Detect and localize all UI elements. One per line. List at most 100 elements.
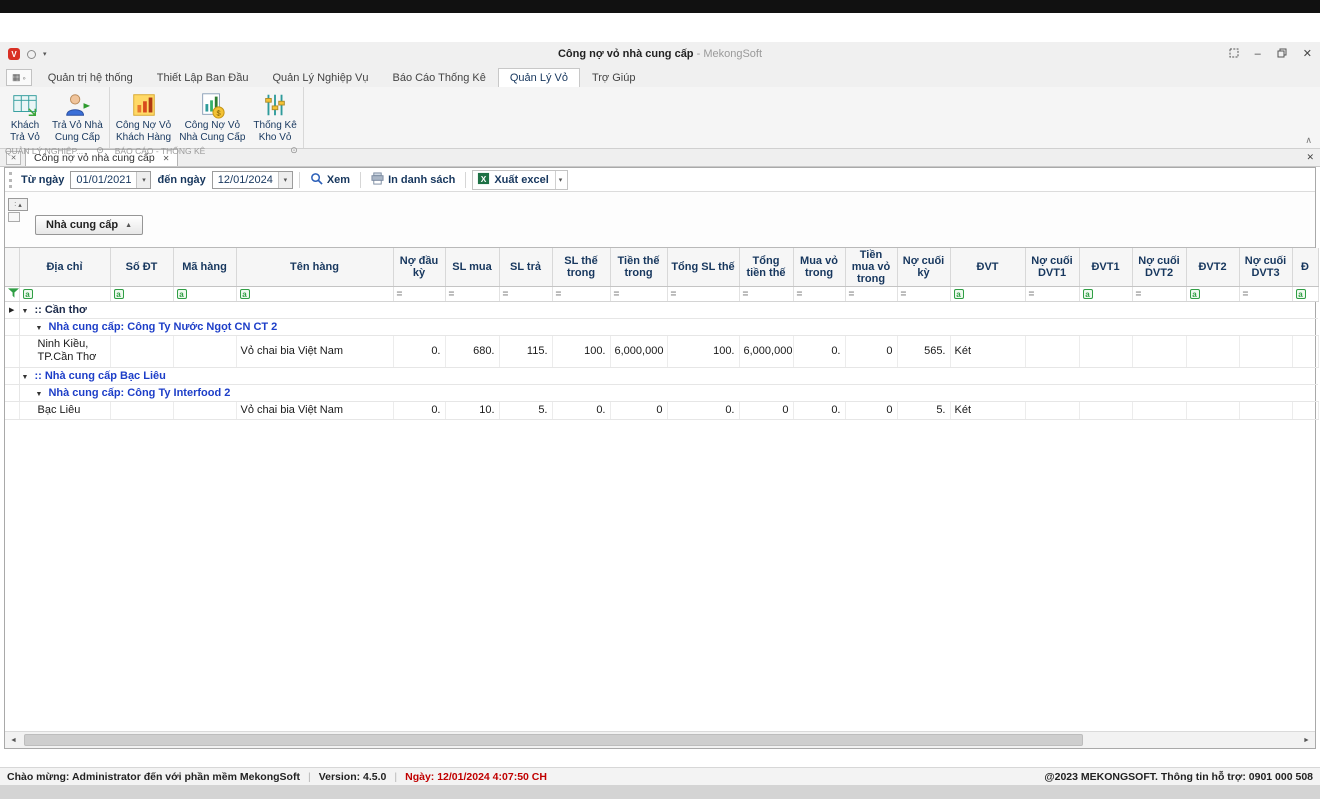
to-date-combo[interactable]: 12/01/2024 ▾ (212, 171, 293, 189)
horizontal-scrollbar[interactable]: ◄ ► (5, 731, 1315, 748)
column-header-sl-tra[interactable]: SL trả (499, 248, 552, 287)
ribbon-tab-quản-lý-nghiệp-vụ[interactable]: Quản Lý Nghiệp Vụ (260, 68, 380, 87)
cell-sl-the-trong[interactable]: 0. (552, 401, 610, 419)
to-date-value[interactable]: 12/01/2024 (213, 172, 278, 188)
scroll-right-icon[interactable]: ► (1298, 737, 1315, 744)
cell-no-cuoi-ky[interactable]: 5. (897, 401, 950, 419)
ribbon-tab-thiết-lập-ban-đầu[interactable]: Thiết Lập Ban Đầu (145, 68, 261, 87)
to-date-dropdown-icon[interactable]: ▾ (278, 172, 292, 188)
ribbon-tab-báo-cáo-thống-kê[interactable]: Báo Cáo Thống Kê (380, 68, 497, 87)
cell-dia-chi[interactable]: Bạc Liêu (19, 401, 110, 419)
group-expander-icon[interactable]: ▼ (22, 374, 29, 381)
column-header-no-cuoi-ky[interactable]: Nợ cuối kỳ (897, 248, 950, 287)
filter-cell-tien-mua-vo-trong[interactable]: = (845, 287, 897, 302)
ribbon-collapse-icon[interactable]: ∧ (1305, 135, 1312, 146)
thong-ke-kho-vo-button[interactable]: Thống Kê Kho Vỏ (249, 88, 300, 145)
column-header-sl-the-trong[interactable]: SL thế trong (552, 248, 610, 287)
cell-tong-sl-the[interactable]: 100. (667, 336, 739, 367)
cell-so-dt[interactable] (110, 401, 173, 419)
cell-no-dau-ky[interactable]: 0. (393, 401, 445, 419)
cell-sl-tra[interactable]: 115. (499, 336, 552, 367)
cell-ma-hang[interactable] (173, 401, 236, 419)
filter-cell-sl-mua[interactable]: = (445, 287, 499, 302)
cell-tong-sl-the[interactable]: 0. (667, 401, 739, 419)
cell-dvt[interactable]: Két (950, 401, 1025, 419)
cell-so-dt[interactable] (110, 336, 173, 367)
column-header-dvt2[interactable]: ĐVT2 (1186, 248, 1239, 287)
cell-ten-hang[interactable]: Vỏ chai bia Việt Nam (236, 401, 393, 419)
ribbon-tab-quản-lý-vỏ[interactable]: Quản Lý Vỏ (498, 68, 580, 87)
cell-tien-the-trong[interactable]: 0 (610, 401, 667, 419)
cell-ma-hang[interactable] (173, 336, 236, 367)
filter-cell-no-cuoi-dvt3[interactable]: = (1239, 287, 1292, 302)
minimize-icon[interactable]: – (1255, 49, 1261, 60)
cell-no-cuoi-dvt2[interactable] (1132, 336, 1186, 367)
export-excel-split-button[interactable]: X Xuất excel ▾ (472, 170, 568, 190)
filter-cell-dvt2[interactable]: a (1186, 287, 1239, 302)
filter-cell-dvt[interactable]: a (950, 287, 1025, 302)
toolbar-grip[interactable] (9, 172, 12, 188)
khach-tra-vo-button[interactable]: Khách Trả Vỏ (2, 88, 48, 145)
cell-no-cuoi-dvt1[interactable] (1025, 401, 1079, 419)
column-header-dvt[interactable]: ĐVT (950, 248, 1025, 287)
column-header-no-cuoi-dvt2[interactable]: Nợ cuối DVT2 (1132, 248, 1186, 287)
group-panel-widget[interactable]: :▴ (8, 198, 28, 222)
column-header-ten-hang[interactable]: Tên hàng (236, 248, 393, 287)
cell-sl-mua[interactable]: 10. (445, 401, 499, 419)
export-excel-button[interactable]: X Xuất excel (473, 170, 552, 190)
restore-icon[interactable] (1277, 48, 1287, 61)
cell-ten-hang[interactable]: Vỏ chai bia Việt Nam (236, 336, 393, 367)
cell-tong-tien-the[interactable]: 6,000,000 (739, 336, 793, 367)
cell-no-cuoi-dvt1[interactable] (1025, 336, 1079, 367)
column-header-no-cuoi-dvt3[interactable]: Nợ cuối DVT3 (1239, 248, 1292, 287)
filter-cell-sl-the-trong[interactable]: = (552, 287, 610, 302)
scroll-left-icon[interactable]: ◄ (5, 737, 22, 744)
from-date-combo[interactable]: 01/01/2021 ▾ (70, 171, 151, 189)
column-header-dvt1[interactable]: ĐVT1 (1079, 248, 1132, 287)
scrollbar-track[interactable] (22, 732, 1298, 748)
cell-sl-mua[interactable]: 680. (445, 336, 499, 367)
cell-sl-the-trong[interactable]: 100. (552, 336, 610, 367)
column-header-dia-chi[interactable]: Địa chỉ (19, 248, 110, 287)
column-header-tien-mua-vo-trong[interactable]: Tiền mua vỏ trong (845, 248, 897, 287)
cell-sl-tra[interactable]: 5. (499, 401, 552, 419)
filter-cell-no-cuoi-dvt1[interactable]: = (1025, 287, 1079, 302)
print-list-button[interactable]: In danh sách (367, 170, 459, 190)
ribbon-tab-quản-trị-hệ-thống[interactable]: Quản trị hệ thống (36, 68, 145, 87)
group-expander-icon[interactable]: ▼ (22, 308, 29, 315)
cell-tien-the-trong[interactable]: 6,000,000 (610, 336, 667, 367)
cell-dvt3-partial[interactable] (1292, 336, 1318, 367)
group-expander-icon[interactable]: ▼ (36, 391, 43, 398)
excel-dropdown-icon[interactable]: ▾ (555, 171, 566, 189)
group-dialog-launcher-icon[interactable]: ⊙ (290, 145, 298, 156)
column-header-tien-the-trong[interactable]: Tiền thế trong (610, 248, 667, 287)
column-header-mua-vo-trong[interactable]: Mua vỏ trong (793, 248, 845, 287)
filter-cell-mua-vo-trong[interactable]: = (793, 287, 845, 302)
group-dialog-launcher-icon[interactable]: ⊙ (96, 145, 104, 156)
filter-cell-tien-the-trong[interactable]: = (610, 287, 667, 302)
cell-no-cuoi-dvt2[interactable] (1132, 401, 1186, 419)
cell-no-cuoi-dvt3[interactable] (1239, 401, 1292, 419)
column-header-so-dt[interactable]: Số ĐT (110, 248, 173, 287)
close-icon[interactable]: ✕ (1303, 49, 1312, 60)
ribbon-tab-trợ-giúp[interactable]: Trợ Giúp (580, 68, 647, 87)
column-header-no-cuoi-dvt1[interactable]: Nợ cuối DVT1 (1025, 248, 1079, 287)
cong-no-vo-khach-hang-button[interactable]: Công Nợ Vỏ Khách Hàng (112, 88, 175, 145)
cell-dvt1[interactable] (1079, 336, 1132, 367)
cell-no-dau-ky[interactable]: 0. (393, 336, 445, 367)
cell-dia-chi[interactable]: Ninh Kiều, TP.Cần Thơ (19, 336, 110, 367)
filter-cell-ma-hang[interactable]: a (173, 287, 236, 302)
column-header-ma-hang[interactable]: Mã hàng (173, 248, 236, 287)
filter-cell-no-dau-ky[interactable]: = (393, 287, 445, 302)
tabstrip-right-close-icon[interactable]: ✕ (1306, 152, 1314, 166)
filter-cell-dia-chi[interactable]: a (19, 287, 110, 302)
cell-tong-tien-the[interactable]: 0 (739, 401, 793, 419)
column-header-no-dau-ky[interactable]: Nợ đầu kỳ (393, 248, 445, 287)
column-header-tong-sl-the[interactable]: Tổng SL thế (667, 248, 739, 287)
filter-cell-ten-hang[interactable]: a (236, 287, 393, 302)
filter-cell-row-indicator[interactable] (5, 287, 19, 302)
cell-tien-mua-vo-trong[interactable]: 0 (845, 336, 897, 367)
column-header-row-indicator[interactable] (5, 248, 19, 287)
filter-cell-tong-tien-the[interactable]: = (739, 287, 793, 302)
filter-cell-dvt1[interactable]: a (1079, 287, 1132, 302)
